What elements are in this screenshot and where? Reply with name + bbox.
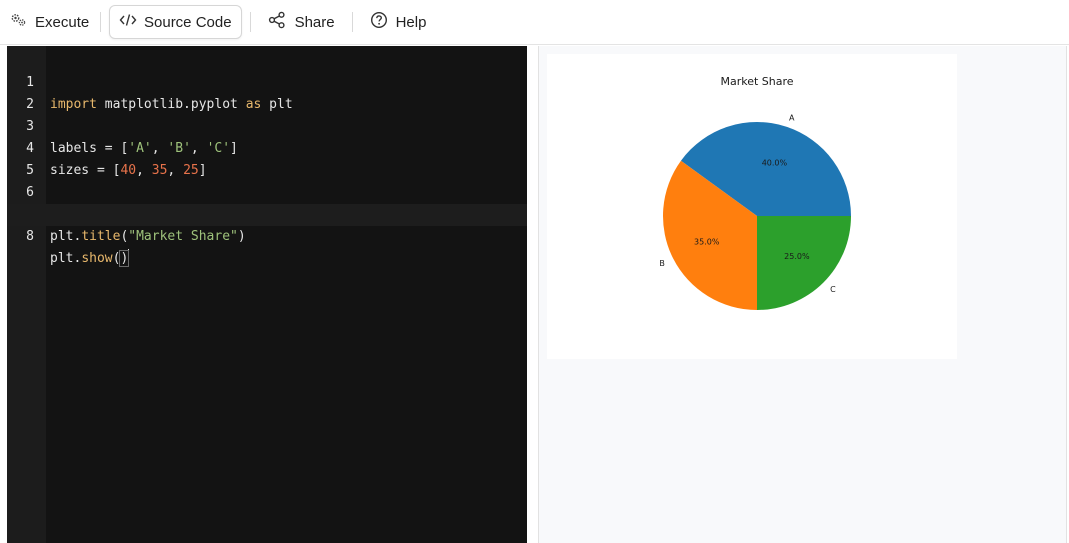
code-line[interactable]: 5 (7, 138, 527, 178)
chart-title: Market Share (720, 75, 793, 88)
slice-label: C (830, 285, 836, 294)
toolbar: Execute Source Code Share Help (0, 0, 1069, 45)
code-line[interactable]: 6 plt.pie(sizes, labels=labels, autopct=… (7, 160, 527, 222)
plot-output: Market Share A 40.0% B 35.0% C 25.0% (547, 54, 957, 359)
toolbar-divider (100, 12, 101, 32)
code-text: plt.title("Market Share") (50, 229, 246, 244)
share-label: Share (294, 13, 335, 31)
help-label: Help (395, 13, 427, 31)
share-icon (268, 11, 286, 33)
code-line[interactable]: 4 sizes = [40, 35, 25] (7, 116, 527, 178)
pie-chart: Market Share A 40.0% B 35.0% C 25.0% (659, 75, 851, 310)
slice-percent-label: 35.0% (694, 238, 720, 247)
source-code-button[interactable]: Source Code (109, 5, 242, 39)
execute-label: Execute (35, 13, 90, 31)
code-icon (119, 13, 137, 31)
code-text: plt.show() (50, 249, 130, 267)
code-editor[interactable]: 1 import matplotlib.pyplot as plt 2 3 la… (7, 46, 527, 543)
code-line[interactable]: 7 plt.title("Market Share") (7, 182, 527, 244)
slice-label: B (659, 259, 665, 268)
toolbar-divider (351, 12, 353, 32)
toolbar-divider (249, 12, 251, 32)
code-line[interactable]: 3 labels = ['A', 'B', 'C'] (7, 94, 527, 156)
help-icon (370, 11, 388, 33)
source-code-label: Source Code (144, 13, 232, 31)
slice-percent-label: 25.0% (784, 252, 810, 261)
share-button[interactable]: Share (268, 6, 335, 38)
pie-slice-c (757, 216, 851, 310)
help-button[interactable]: Help (370, 6, 427, 38)
line-number: 8 (26, 229, 34, 244)
code-line[interactable]: 2 (7, 72, 527, 112)
code-line[interactable]: 1 import matplotlib.pyplot as plt (7, 50, 527, 112)
text-cursor (128, 249, 130, 265)
code-line-active[interactable]: 8 plt.show() (7, 204, 527, 267)
slice-percent-label: 40.0% (762, 158, 788, 167)
gears-icon (10, 13, 27, 31)
output-panel: Market Share A 40.0% B 35.0% C 25.0% (538, 46, 1067, 543)
execute-button[interactable]: Execute (0, 6, 100, 38)
slice-label: A (789, 114, 795, 123)
